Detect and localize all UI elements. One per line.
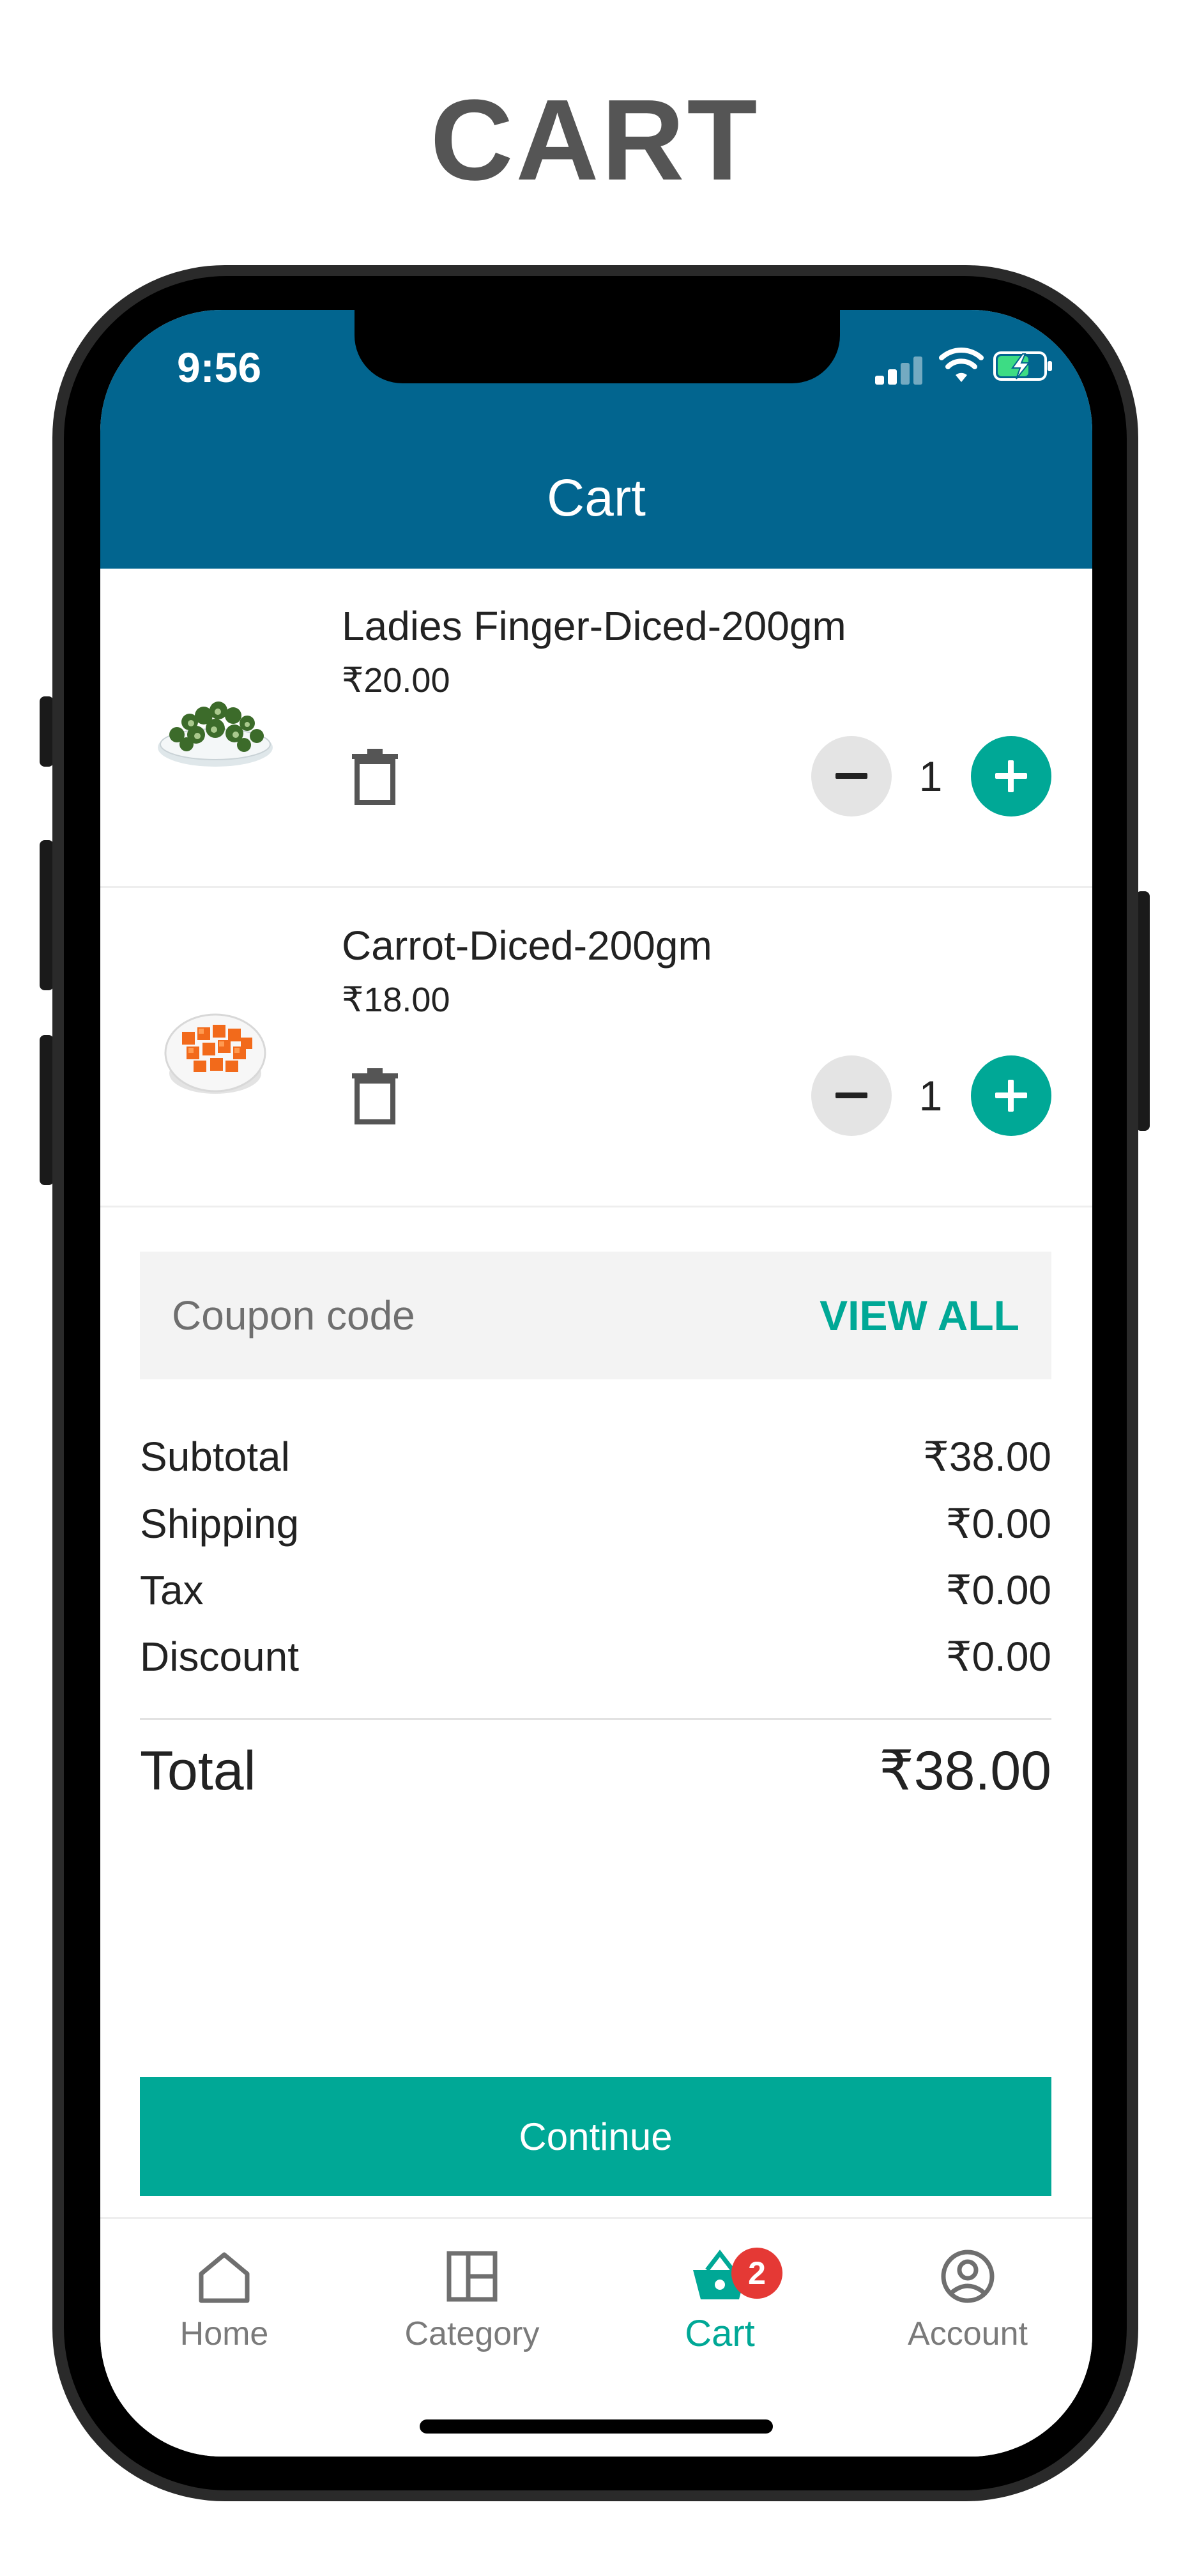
nav-label: Cart xyxy=(685,2313,755,2354)
phone-volume-down-button xyxy=(40,1035,54,1185)
account-circle-icon xyxy=(941,2250,995,2303)
summary-label: Shipping xyxy=(140,1501,300,1547)
increase-quantity-button[interactable] xyxy=(971,1055,1051,1136)
summary-label: Discount xyxy=(140,1634,299,1680)
quantity-value: 1 xyxy=(919,1072,943,1119)
battery-charging-icon xyxy=(993,351,1052,381)
nav-label: Category xyxy=(404,2315,540,2352)
quantity-value: 1 xyxy=(919,753,943,800)
cart-item: Carrot-Diced-200gm ₹18.00 1 xyxy=(100,888,1092,1208)
plus-icon xyxy=(995,1080,1027,1112)
total-value: ₹38.00 xyxy=(879,1740,1051,1802)
summary-value: ₹0.00 xyxy=(945,1567,1051,1613)
item-price: ₹20.00 xyxy=(342,661,450,700)
summary-label: Tax xyxy=(140,1567,204,1613)
coupon-section: VIEW ALL xyxy=(140,1252,1051,1379)
summary-label: Subtotal xyxy=(140,1434,290,1480)
view-all-coupons-link[interactable]: VIEW ALL xyxy=(820,1287,1019,1344)
home-indicator xyxy=(420,2419,773,2434)
delete-item-icon[interactable] xyxy=(349,1067,400,1124)
summary-value: ₹0.00 xyxy=(945,1634,1051,1680)
decrease-quantity-button[interactable] xyxy=(811,1055,892,1136)
phone-volume-up-button xyxy=(40,840,54,990)
item-name: Ladies Finger-Diced-200gm xyxy=(342,603,846,649)
nav-item-home[interactable]: Home xyxy=(100,2219,348,2379)
minus-icon xyxy=(835,1092,867,1098)
summary-row-discount: Discount ₹0.00 xyxy=(140,1631,1051,1682)
coupon-code-input[interactable] xyxy=(172,1287,747,1344)
status-time: 9:56 xyxy=(177,344,262,391)
plus-icon xyxy=(995,760,1027,792)
item-name: Carrot-Diced-200gm xyxy=(342,923,712,969)
total-label: Total xyxy=(140,1740,256,1802)
diced-carrot-bowl-image xyxy=(164,1013,266,1094)
nav-item-category[interactable]: Category xyxy=(348,2219,596,2379)
delete-item-icon[interactable] xyxy=(349,747,400,805)
cellular-signal-icon xyxy=(875,355,926,385)
home-icon xyxy=(199,2252,250,2303)
phone-silent-switch xyxy=(40,696,54,767)
phone-screen: 9:56 Cart Ladies Finger-Diced-200gm ₹20.… xyxy=(100,310,1092,2457)
item-price: ₹18.00 xyxy=(342,981,450,1019)
summary-row-tax: Tax ₹0.00 xyxy=(140,1565,1051,1616)
page-heading: CART xyxy=(430,76,760,204)
wifi-icon xyxy=(939,348,984,382)
summary-value: ₹38.00 xyxy=(923,1434,1051,1480)
category-grid-icon xyxy=(446,2251,498,2302)
status-icons xyxy=(875,345,1054,390)
nav-label: Home xyxy=(179,2315,269,2352)
nav-item-cart[interactable]: 2 Cart xyxy=(596,2219,844,2379)
summary-value: ₹0.00 xyxy=(945,1501,1051,1547)
nav-item-account[interactable]: Account xyxy=(844,2219,1092,2379)
page-title: Cart xyxy=(547,469,646,527)
increase-quantity-button[interactable] xyxy=(971,736,1051,816)
continue-button[interactable]: Continue xyxy=(140,2077,1051,2196)
summary-row-subtotal: Subtotal ₹38.00 xyxy=(140,1431,1051,1482)
summary-divider xyxy=(140,1718,1051,1720)
diced-okra-bowl-image xyxy=(158,702,273,767)
minus-icon xyxy=(835,773,867,779)
decrease-quantity-button[interactable] xyxy=(811,736,892,816)
cart-count-badge: 2 xyxy=(731,2248,782,2299)
summary-row-shipping: Shipping ₹0.00 xyxy=(140,1498,1051,1549)
app-header: 9:56 Cart xyxy=(100,310,1092,569)
cart-item: Ladies Finger-Diced-200gm ₹20.00 1 xyxy=(100,569,1092,888)
phone-notch xyxy=(355,310,840,383)
nav-label: Account xyxy=(908,2315,1028,2352)
total-row: Total ₹38.00 xyxy=(140,1736,1051,1806)
